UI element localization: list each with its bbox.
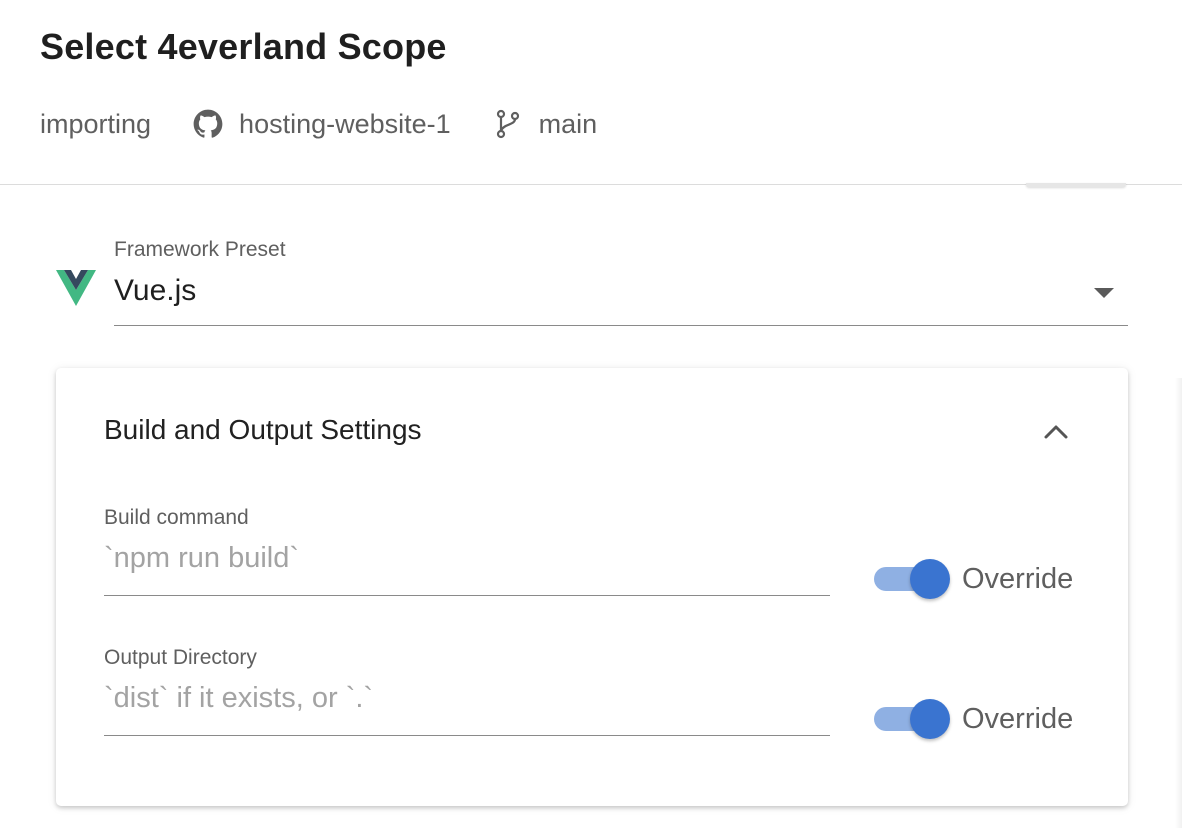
framework-preset-label: Framework Preset [114, 238, 286, 261]
output-directory-override-label: Override [962, 702, 1074, 735]
framework-preset-select[interactable]: Framework Preset Vue.js [114, 236, 1128, 326]
build-command-field: Build command [104, 506, 830, 596]
branch-info: main [493, 108, 598, 140]
output-directory-label: Output Directory [104, 646, 257, 669]
build-output-settings-title: Build and Output Settings [104, 414, 422, 445]
page-header: Select 4everland Scope importing hosting… [0, 0, 1182, 185]
git-branch-icon [493, 109, 519, 139]
output-directory-override-toggle[interactable]: Override [874, 697, 1084, 741]
output-directory-input[interactable] [104, 676, 830, 720]
chevron-up-icon[interactable] [1042, 418, 1070, 446]
caret-down-icon[interactable] [1094, 288, 1114, 298]
github-icon [193, 109, 223, 139]
build-command-override-label: Override [962, 562, 1074, 595]
import-meta-row: importing hosting-website-1 main [40, 104, 597, 144]
import-page: Select 4everland Scope importing hosting… [0, 0, 1182, 828]
build-output-settings-panel: Build and Output Settings Build command … [56, 368, 1128, 806]
scroll-indicator [1026, 183, 1126, 187]
build-command-input[interactable] [104, 536, 830, 580]
toggle-thumb[interactable] [910, 699, 950, 739]
framework-preset-value: Vue.js [114, 274, 197, 307]
toggle-track[interactable] [874, 699, 950, 739]
toggle-track[interactable] [874, 559, 950, 599]
toggle-thumb[interactable] [910, 559, 950, 599]
build-command-label: Build command [104, 506, 249, 529]
import-status-label: importing [40, 108, 152, 139]
repository-info: hosting-website-1 [193, 109, 451, 140]
import-status: importing [40, 109, 151, 140]
output-directory-field: Output Directory [104, 646, 830, 736]
build-command-override-toggle[interactable]: Override [874, 557, 1084, 601]
page-title: Select 4everland Scope [40, 26, 447, 67]
branch-name: main [538, 108, 598, 139]
repository-name: hosting-website-1 [239, 108, 451, 139]
adjacent-panel-edge [1175, 378, 1182, 828]
vue-logo [56, 270, 96, 306]
